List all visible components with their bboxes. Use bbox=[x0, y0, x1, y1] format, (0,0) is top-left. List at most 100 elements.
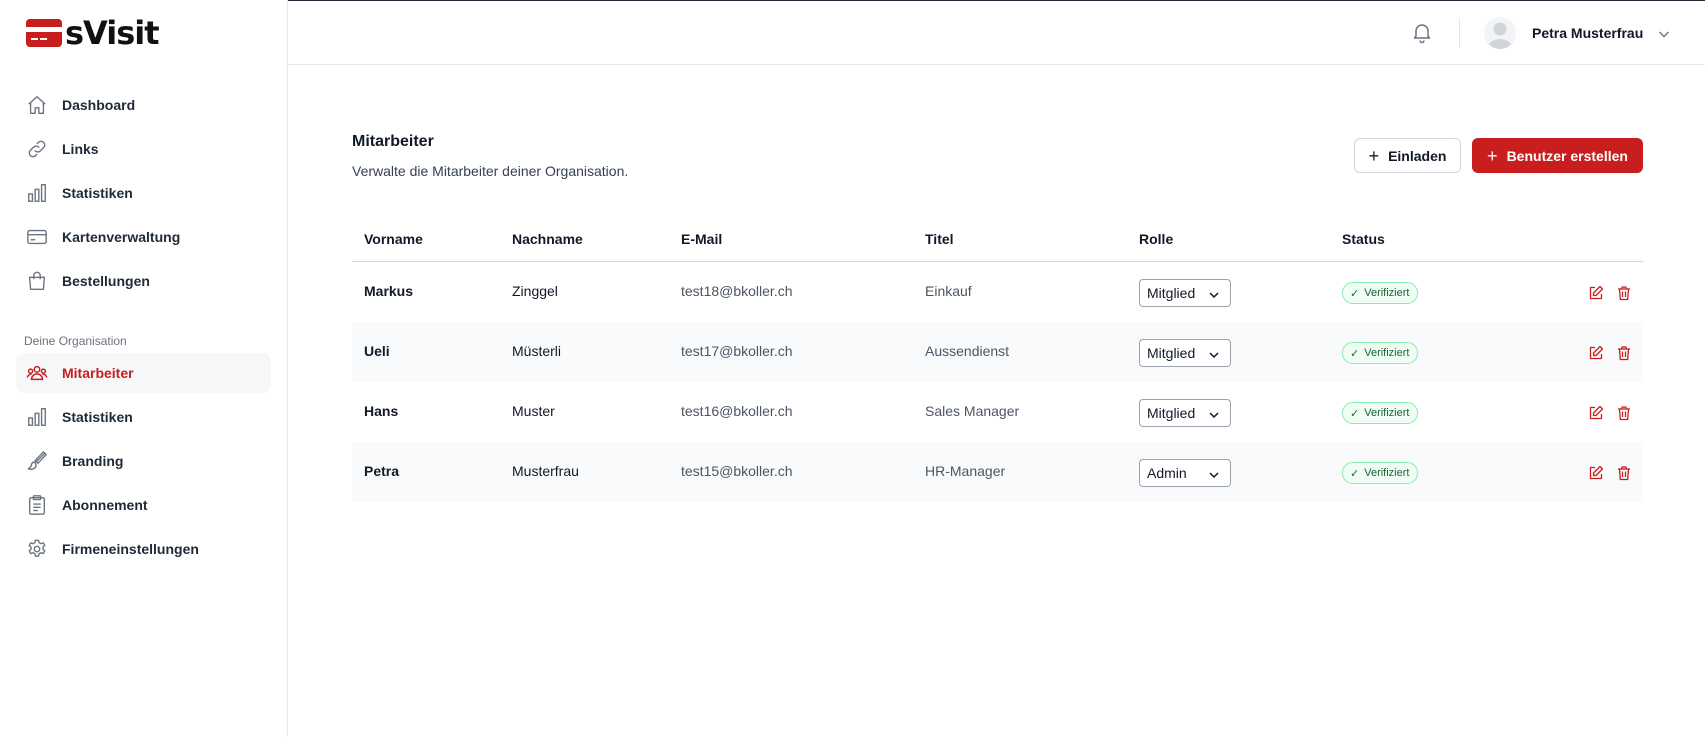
table-row: Petra Musterfrau test15@bkoller.ch HR-Ma… bbox=[352, 442, 1643, 502]
sidebar-item-label: Statistiken bbox=[62, 185, 133, 201]
edit-icon[interactable] bbox=[1588, 345, 1604, 361]
app-logo[interactable]: sVisit bbox=[26, 17, 160, 49]
credit-card-icon bbox=[26, 226, 48, 248]
edit-icon[interactable] bbox=[1588, 465, 1604, 481]
role-select[interactable]: Admin bbox=[1139, 459, 1231, 487]
trash-icon[interactable] bbox=[1616, 345, 1632, 361]
chevron-down-icon bbox=[1208, 408, 1220, 420]
cell-email: test15@bkoller.ch bbox=[681, 463, 793, 479]
link-icon bbox=[26, 138, 48, 160]
cell-nachname: Muster bbox=[512, 403, 555, 419]
create-user-button[interactable]: + Benutzer erstellen bbox=[1472, 138, 1643, 173]
table-row: Ueli Müsterli test17@bkoller.ch Aussendi… bbox=[352, 322, 1643, 382]
cell-titel: Sales Manager bbox=[925, 403, 1020, 419]
cell-titel: Einkauf bbox=[925, 283, 972, 299]
users-icon bbox=[26, 362, 48, 384]
sidebar-item-kartenverwaltung[interactable]: Kartenverwaltung bbox=[16, 217, 271, 257]
sidebar-item-abonnement[interactable]: Abonnement bbox=[16, 485, 271, 525]
sidebar: sVisit Dashboard Links Statistiken Karte… bbox=[0, 0, 288, 737]
column-header-vorname[interactable]: Vorname bbox=[364, 231, 423, 247]
table-header: Vorname Nachname E-Mail Titel Rolle Stat… bbox=[352, 217, 1643, 262]
cell-titel: HR-Manager bbox=[925, 463, 1006, 479]
cell-vorname: Ueli bbox=[364, 343, 390, 359]
column-header-titel[interactable]: Titel bbox=[925, 231, 954, 247]
sidebar-item-dashboard[interactable]: Dashboard bbox=[16, 85, 271, 125]
cell-email: test17@bkoller.ch bbox=[681, 343, 793, 359]
role-select-value: Admin bbox=[1147, 465, 1187, 481]
sidebar-item-bestellungen[interactable]: Bestellungen bbox=[16, 261, 271, 301]
status-badge-label: Verifiziert bbox=[1364, 347, 1410, 359]
plus-icon: + bbox=[1487, 145, 1498, 166]
status-badge-label: Verifiziert bbox=[1364, 407, 1410, 419]
cell-nachname: Müsterli bbox=[512, 343, 562, 359]
header-divider bbox=[1459, 18, 1460, 48]
role-select[interactable]: Mitglied bbox=[1139, 339, 1231, 367]
sidebar-item-label: Kartenverwaltung bbox=[62, 229, 181, 245]
main-nav: Dashboard Links Statistiken Kartenverwal… bbox=[16, 85, 271, 305]
sidebar-item-label: Firmeneinstellungen bbox=[62, 541, 199, 557]
clipboard-icon bbox=[26, 494, 48, 516]
status-badge: ✓ Verifiziert bbox=[1342, 342, 1419, 364]
trash-icon[interactable] bbox=[1616, 285, 1632, 301]
cell-email: test16@bkoller.ch bbox=[681, 403, 793, 419]
sidebar-item-links[interactable]: Links bbox=[16, 129, 271, 169]
cell-nachname: Musterfrau bbox=[512, 463, 579, 479]
chevron-down-icon bbox=[1208, 468, 1220, 480]
cell-vorname: Hans bbox=[364, 403, 399, 419]
bar-chart-icon bbox=[26, 182, 48, 204]
edit-icon[interactable] bbox=[1588, 405, 1604, 421]
role-select[interactable]: Mitglied bbox=[1139, 279, 1231, 307]
cell-email: test18@bkoller.ch bbox=[681, 283, 793, 299]
cell-vorname: Petra bbox=[364, 463, 400, 479]
check-icon: ✓ bbox=[1350, 287, 1360, 300]
trash-icon[interactable] bbox=[1616, 465, 1632, 481]
cell-titel: Aussendienst bbox=[925, 343, 1010, 359]
logo-card-icon bbox=[26, 19, 62, 47]
sidebar-item-firmeneinstellungen[interactable]: Firmeneinstellungen bbox=[16, 529, 271, 569]
invite-button[interactable]: + Einladen bbox=[1354, 138, 1461, 173]
user-menu-name[interactable]: Petra Musterfrau bbox=[1532, 25, 1643, 41]
section-label-organisation: Deine Organisation bbox=[24, 334, 127, 348]
chevron-down-icon[interactable] bbox=[1657, 27, 1671, 41]
status-badge-label: Verifiziert bbox=[1364, 467, 1410, 479]
role-select[interactable]: Mitglied bbox=[1139, 399, 1231, 427]
plus-icon: + bbox=[1368, 145, 1380, 166]
top-header: Petra Musterfrau bbox=[288, 0, 1705, 65]
org-nav: Mitarbeiter Statistiken Branding Abonnem… bbox=[16, 353, 271, 573]
chevron-down-icon bbox=[1208, 288, 1220, 300]
bell-icon[interactable] bbox=[1410, 20, 1434, 44]
column-header-email[interactable]: E-Mail bbox=[681, 231, 722, 247]
column-header-status[interactable]: Status bbox=[1342, 231, 1385, 247]
cell-nachname: Zinggel bbox=[512, 283, 558, 299]
check-icon: ✓ bbox=[1350, 347, 1360, 360]
chevron-down-icon bbox=[1208, 348, 1220, 360]
sidebar-item-label: Bestellungen bbox=[62, 273, 150, 289]
brush-icon bbox=[26, 450, 48, 472]
sidebar-item-label: Abonnement bbox=[62, 497, 148, 513]
table-row: Hans Muster test16@bkoller.ch Sales Mana… bbox=[352, 382, 1643, 442]
sidebar-item-org-statistiken[interactable]: Statistiken bbox=[16, 397, 271, 437]
sidebar-item-mitarbeiter[interactable]: Mitarbeiter bbox=[16, 353, 271, 393]
status-badge: ✓ Verifiziert bbox=[1342, 402, 1419, 424]
edit-icon[interactable] bbox=[1588, 285, 1604, 301]
column-header-nachname[interactable]: Nachname bbox=[512, 231, 583, 247]
table-row: Markus Zinggel test18@bkoller.ch Einkauf… bbox=[352, 262, 1643, 322]
bar-chart-icon bbox=[26, 406, 48, 428]
trash-icon[interactable] bbox=[1616, 405, 1632, 421]
gear-icon bbox=[26, 538, 48, 560]
shopping-bag-icon bbox=[26, 270, 48, 292]
sidebar-item-branding[interactable]: Branding bbox=[16, 441, 271, 481]
sidebar-item-statistiken[interactable]: Statistiken bbox=[16, 173, 271, 213]
status-badge-label: Verifiziert bbox=[1364, 287, 1410, 299]
column-header-rolle[interactable]: Rolle bbox=[1139, 231, 1173, 247]
role-select-value: Mitglied bbox=[1147, 285, 1196, 301]
avatar[interactable] bbox=[1484, 17, 1516, 49]
role-select-value: Mitglied bbox=[1147, 345, 1196, 361]
cell-vorname: Markus bbox=[364, 283, 414, 299]
sidebar-item-label: Branding bbox=[62, 453, 124, 469]
status-badge: ✓ Verifiziert bbox=[1342, 462, 1419, 484]
home-icon bbox=[26, 94, 48, 116]
invite-button-label: Einladen bbox=[1388, 147, 1447, 164]
page-subtitle: Verwalte die Mitarbeiter deiner Organisa… bbox=[352, 163, 629, 179]
create-user-button-label: Benutzer erstellen bbox=[1506, 147, 1628, 164]
